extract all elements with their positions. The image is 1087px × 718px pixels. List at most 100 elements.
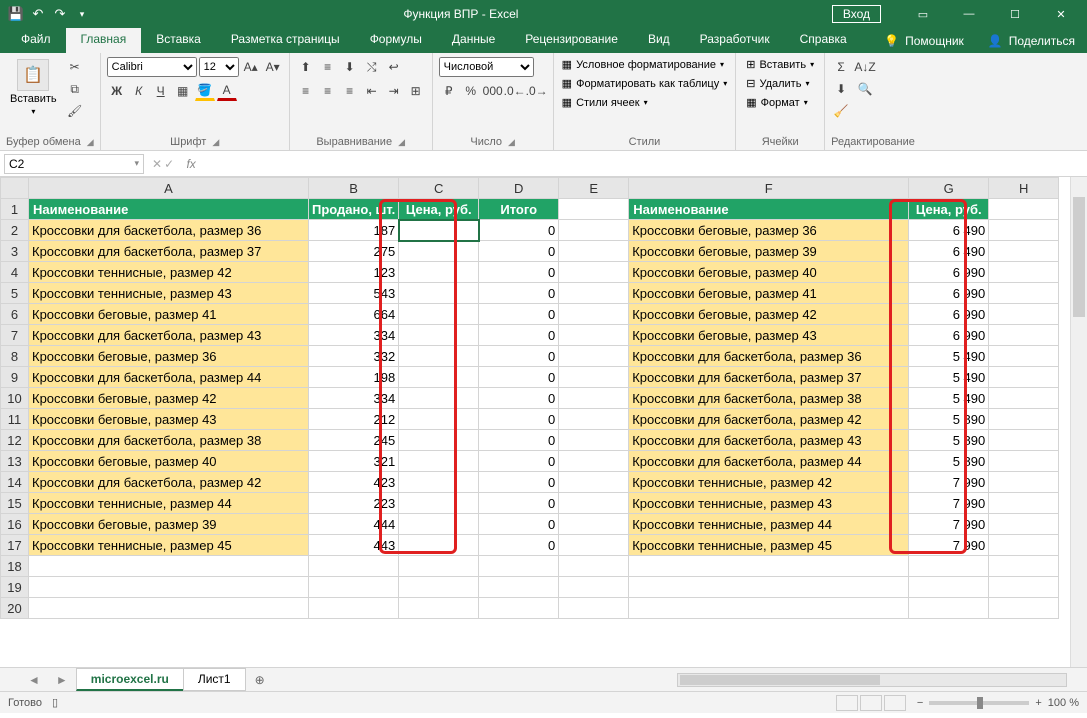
cell[interactable]: 0 <box>479 304 559 325</box>
row-header[interactable]: 9 <box>1 367 29 388</box>
format-painter-icon[interactable]: 🖌 <box>65 101 85 121</box>
cell[interactable] <box>909 556 989 577</box>
cell[interactable]: Кроссовки для баскетбола, размер 37 <box>629 367 909 388</box>
spreadsheet-grid[interactable]: ABCDEFGH1НаименованиеПродано, шт.Цена, р… <box>0 177 1087 667</box>
cell[interactable] <box>989 388 1059 409</box>
cell[interactable] <box>29 598 309 619</box>
cell[interactable]: Кроссовки беговые, размер 40 <box>29 451 309 472</box>
cell[interactable] <box>989 220 1059 241</box>
login-button[interactable]: Вход <box>832 5 881 23</box>
cell[interactable] <box>989 241 1059 262</box>
cell[interactable]: Кроссовки для баскетбола, размер 44 <box>629 451 909 472</box>
cell[interactable] <box>399 535 479 556</box>
cell[interactable]: 0 <box>479 472 559 493</box>
cell[interactable]: Кроссовки для баскетбола, размер 37 <box>29 241 309 262</box>
cell[interactable] <box>559 199 629 220</box>
select-all-corner[interactable] <box>1 178 29 199</box>
cell[interactable]: 334 <box>309 325 399 346</box>
page-layout-view-icon[interactable] <box>860 695 882 711</box>
cell[interactable] <box>989 346 1059 367</box>
cell[interactable] <box>989 262 1059 283</box>
align-middle-icon[interactable]: ≡ <box>318 57 338 77</box>
cell[interactable] <box>989 472 1059 493</box>
tab-разметка страницы[interactable]: Разметка страницы <box>216 28 355 53</box>
horizontal-scrollbar[interactable] <box>677 673 1067 687</box>
font-size-select[interactable]: 12 <box>199 57 239 77</box>
cell[interactable] <box>989 451 1059 472</box>
cell[interactable] <box>629 598 909 619</box>
cell[interactable]: Кроссовки теннисные, размер 44 <box>629 514 909 535</box>
col-header[interactable]: B <box>309 178 399 199</box>
align-bottom-icon[interactable]: ⬇ <box>340 57 360 77</box>
tab-вставка[interactable]: Вставка <box>141 28 216 53</box>
sheet-tab[interactable]: microexcel.ru <box>76 668 184 691</box>
cell[interactable] <box>909 577 989 598</box>
col-header[interactable]: D <box>479 178 559 199</box>
col-header[interactable]: E <box>559 178 629 199</box>
cell[interactable]: 423 <box>309 472 399 493</box>
normal-view-icon[interactable] <box>836 695 858 711</box>
cell[interactable]: 0 <box>479 388 559 409</box>
sheet-nav-next-icon[interactable]: ► <box>48 673 76 687</box>
vertical-scrollbar[interactable] <box>1070 177 1087 667</box>
cell[interactable]: 444 <box>309 514 399 535</box>
cell[interactable]: 0 <box>479 262 559 283</box>
cell[interactable]: Кроссовки для баскетбола, размер 38 <box>29 430 309 451</box>
increase-indent-icon[interactable]: ⇥ <box>384 81 404 101</box>
cell[interactable] <box>479 577 559 598</box>
cell[interactable] <box>399 220 479 241</box>
cell-styles-button[interactable]: ▦Стили ячеек▾ <box>560 95 650 110</box>
cell[interactable] <box>559 430 629 451</box>
cell[interactable]: Итого <box>479 199 559 220</box>
cell[interactable] <box>399 556 479 577</box>
sheet-nav-prev-icon[interactable]: ◄ <box>20 673 48 687</box>
row-header[interactable]: 11 <box>1 409 29 430</box>
cell[interactable]: Кроссовки теннисные, размер 43 <box>29 283 309 304</box>
redo-icon[interactable]: ↷ <box>52 6 68 22</box>
row-header[interactable]: 14 <box>1 472 29 493</box>
cell[interactable]: 7 990 <box>909 514 989 535</box>
cell[interactable]: 0 <box>479 367 559 388</box>
row-header[interactable]: 20 <box>1 598 29 619</box>
share-button[interactable]: 👤Поделиться <box>976 28 1087 53</box>
cell[interactable] <box>989 199 1059 220</box>
row-header[interactable]: 18 <box>1 556 29 577</box>
undo-icon[interactable]: ↶ <box>30 6 46 22</box>
cell[interactable]: 223 <box>309 493 399 514</box>
cell[interactable] <box>399 283 479 304</box>
cell[interactable] <box>399 325 479 346</box>
cell[interactable]: 321 <box>309 451 399 472</box>
cell[interactable]: Кроссовки беговые, размер 41 <box>629 283 909 304</box>
cell[interactable]: 5 490 <box>909 388 989 409</box>
cell[interactable]: Кроссовки беговые, размер 39 <box>29 514 309 535</box>
align-left-icon[interactable]: ≡ <box>296 81 316 101</box>
cell[interactable] <box>909 598 989 619</box>
tab-вид[interactable]: Вид <box>633 28 685 53</box>
close-icon[interactable]: ✕ <box>1039 0 1083 28</box>
cell[interactable]: Кроссовки для баскетбола, размер 36 <box>29 220 309 241</box>
row-header[interactable]: 6 <box>1 304 29 325</box>
cell[interactable]: 0 <box>479 535 559 556</box>
cell[interactable]: Кроссовки беговые, размер 36 <box>629 220 909 241</box>
border-icon[interactable]: ▦ <box>173 81 193 101</box>
cell[interactable]: 0 <box>479 346 559 367</box>
zoom-level[interactable]: 100 % <box>1048 697 1079 709</box>
cell[interactable]: 0 <box>479 325 559 346</box>
italic-button[interactable]: К <box>129 81 149 101</box>
fill-icon[interactable]: ⬇ <box>831 79 851 99</box>
cell[interactable]: Кроссовки беговые, размер 39 <box>629 241 909 262</box>
cell[interactable]: 0 <box>479 493 559 514</box>
cell[interactable]: Кроссовки для баскетбола, размер 36 <box>629 346 909 367</box>
tab-рецензирование[interactable]: Рецензирование <box>510 28 633 53</box>
cell[interactable]: 6 990 <box>909 283 989 304</box>
cell[interactable]: 275 <box>309 241 399 262</box>
cell[interactable] <box>629 577 909 598</box>
cell[interactable] <box>989 304 1059 325</box>
cell[interactable] <box>399 367 479 388</box>
cell[interactable] <box>989 493 1059 514</box>
align-right-icon[interactable]: ≡ <box>340 81 360 101</box>
ribbon-options-icon[interactable]: ▭ <box>901 0 945 28</box>
cell[interactable]: 0 <box>479 451 559 472</box>
page-break-view-icon[interactable] <box>884 695 906 711</box>
row-header[interactable]: 13 <box>1 451 29 472</box>
